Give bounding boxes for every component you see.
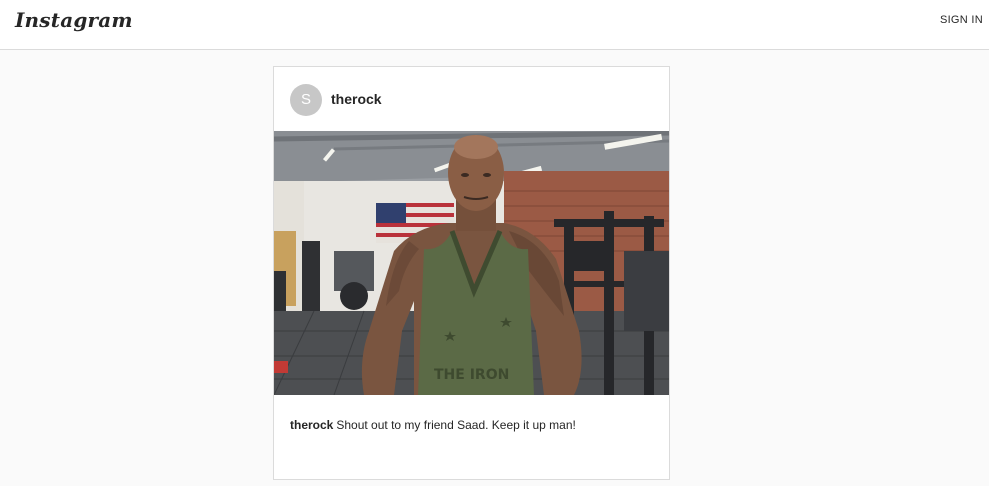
caption-username[interactable]: therock: [290, 418, 333, 432]
sign-in-link[interactable]: SIGN IN: [940, 14, 983, 26]
avatar[interactable]: S: [290, 84, 322, 116]
gym-photo-illustration: THE IRON: [274, 131, 669, 395]
post-caption: therock Shout out to my friend Saad. Keep…: [290, 417, 655, 433]
top-navigation-bar: Instagram SIGN IN: [0, 0, 989, 50]
post-photo[interactable]: THE IRON: [274, 131, 669, 395]
caption-text: Shout out to my friend Saad. Keep it up …: [336, 418, 576, 432]
post-card: S therock THE IRON therock Shout out to …: [273, 66, 670, 480]
instagram-logo[interactable]: Instagram: [15, 8, 133, 32]
shirt-print-text: THE IRON: [434, 367, 509, 383]
post-username[interactable]: therock: [331, 91, 382, 107]
post-header: S therock: [274, 67, 669, 131]
